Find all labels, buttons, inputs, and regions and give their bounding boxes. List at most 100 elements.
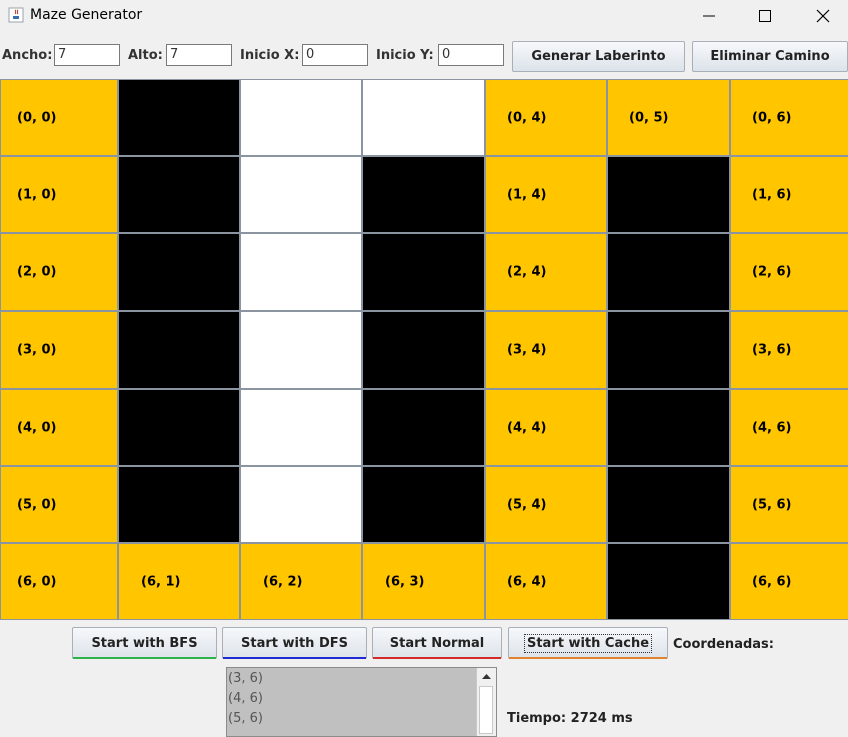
maze-cell-6-3[interactable]: (6, 3) [362,543,485,620]
maze-cell-6-2[interactable]: (6, 2) [240,543,362,620]
maze-cell-0-1[interactable] [118,79,240,156]
maze-cell-5-0[interactable]: (5, 0) [0,466,118,543]
maze-cell-3-6[interactable]: (3, 6) [730,311,848,389]
clear-path-button[interactable]: Eliminar Camino [692,41,848,72]
generate-maze-button[interactable]: Generar Laberinto [512,41,685,72]
ancho-field[interactable]: 7 [54,44,120,66]
normal-color-bar [373,657,501,659]
coordinates-list[interactable]: (3, 6) (4, 6) (5, 6) [226,667,497,737]
maze-cell-2-1[interactable] [118,233,240,311]
maze-cell-1-1[interactable] [118,156,240,233]
maze-cell-4-0[interactable]: (4, 0) [0,389,118,466]
maze-cell-6-6[interactable]: (6, 6) [730,543,848,620]
maze-cell-3-1[interactable] [118,311,240,389]
maze-cell-5-6[interactable]: (5, 6) [730,466,848,543]
inicio-x-field[interactable]: 0 [302,44,368,66]
cell-coordinate-label: (1, 6) [752,187,792,202]
maze-cell-4-6[interactable]: (4, 6) [730,389,848,466]
start-bfs-button[interactable]: Start with BFS [72,627,217,659]
list-item[interactable]: (4, 6) [228,691,263,706]
maze-cell-3-0[interactable]: (3, 0) [0,311,118,389]
start-cache-button[interactable]: Start with Cache [508,627,668,659]
maximize-icon [759,10,771,22]
inicio-y-label: Inicio Y: [376,48,434,63]
maze-cell-2-6[interactable]: (2, 6) [730,233,848,311]
maze-cell-0-6[interactable]: (0, 6) [730,79,848,156]
maze-cell-5-1[interactable] [118,466,240,543]
cell-coordinate-label: (6, 6) [752,574,792,589]
maze-cell-3-2[interactable] [240,311,362,389]
maze-cell-2-3[interactable] [362,233,485,311]
maze-cell-2-0[interactable]: (2, 0) [0,233,118,311]
cell-coordinate-label: (5, 4) [507,497,547,512]
cell-coordinate-label: (5, 0) [17,497,57,512]
maze-cell-2-5[interactable] [607,233,730,311]
maze-cell-5-2[interactable] [240,466,362,543]
maze-cell-2-2[interactable] [240,233,362,311]
cell-coordinate-label: (0, 4) [507,110,547,125]
maze-cell-4-1[interactable] [118,389,240,466]
maze-cell-5-3[interactable] [362,466,485,543]
cell-coordinate-label: (2, 0) [17,264,57,280]
cell-coordinate-label: (0, 6) [752,110,792,125]
window-title: Maze Generator [30,7,143,23]
cache-color-bar [509,657,667,659]
maze-cell-4-3[interactable] [362,389,485,466]
maze-cell-2-4[interactable]: (2, 4) [485,233,607,311]
maximize-button[interactable] [742,0,788,32]
cell-coordinate-label: (6, 4) [507,574,547,589]
start-dfs-button[interactable]: Start with DFS [222,627,367,659]
maze-cell-6-0[interactable]: (6, 0) [0,543,118,620]
maze-cell-1-6[interactable]: (1, 6) [730,156,848,233]
maze-cell-1-5[interactable] [607,156,730,233]
scroll-up-arrow-icon[interactable] [478,668,495,685]
cell-coordinate-label: (0, 5) [629,110,669,125]
list-item[interactable]: (3, 6) [228,671,263,686]
maze-cell-4-2[interactable] [240,389,362,466]
maze-cell-1-2[interactable] [240,156,362,233]
alto-label: Alto: [128,48,163,63]
close-button[interactable] [800,0,846,32]
cell-coordinate-label: (1, 4) [507,187,547,202]
cell-coordinate-label: (4, 6) [752,420,792,435]
maze-cell-3-3[interactable] [362,311,485,389]
minimize-icon [703,15,715,17]
ancho-label: Ancho: [2,48,53,63]
cell-coordinate-label: (0, 0) [17,110,57,125]
maze-cell-4-5[interactable] [607,389,730,466]
maze-cell-0-4[interactable]: (0, 4) [485,79,607,156]
start-normal-button[interactable]: Start Normal [372,627,502,659]
list-scrollbar[interactable] [476,668,496,736]
list-item[interactable]: (5, 6) [228,711,263,726]
cell-coordinate-label: (3, 4) [507,342,547,358]
start-dfs-label: Start with DFS [241,635,348,651]
title-bar: Maze Generator [0,0,848,32]
time-label: Tiempo: 2724 ms [507,711,633,726]
coordinates-label: Coordenadas: [673,637,774,652]
scroll-thumb[interactable] [479,686,493,734]
minimize-button[interactable] [686,0,732,32]
inicio-y-field[interactable]: 0 [438,44,504,66]
maze-cell-0-5[interactable]: (0, 5) [607,79,730,156]
close-icon [816,9,830,23]
alto-field[interactable]: 7 [166,44,232,66]
maze-cell-0-0[interactable]: (0, 0) [0,79,118,156]
cell-coordinate-label: (2, 4) [507,264,547,280]
maze-cell-1-3[interactable] [362,156,485,233]
maze-cell-1-0[interactable]: (1, 0) [0,156,118,233]
maze-cell-6-4[interactable]: (6, 4) [485,543,607,620]
cell-coordinate-label: (6, 2) [263,574,303,589]
maze-cell-3-4[interactable]: (3, 4) [485,311,607,389]
maze-cell-6-1[interactable]: (6, 1) [118,543,240,620]
maze-cell-5-4[interactable]: (5, 4) [485,466,607,543]
maze-cell-0-2[interactable] [240,79,362,156]
maze-cell-1-4[interactable]: (1, 4) [485,156,607,233]
cell-coordinate-label: (6, 3) [385,574,425,589]
maze-cell-6-5[interactable] [607,543,730,620]
cell-coordinate-label: (2, 6) [752,264,792,280]
start-cache-label: Start with Cache [523,633,653,653]
maze-cell-0-3[interactable] [362,79,485,156]
maze-cell-4-4[interactable]: (4, 4) [485,389,607,466]
maze-cell-3-5[interactable] [607,311,730,389]
maze-cell-5-5[interactable] [607,466,730,543]
